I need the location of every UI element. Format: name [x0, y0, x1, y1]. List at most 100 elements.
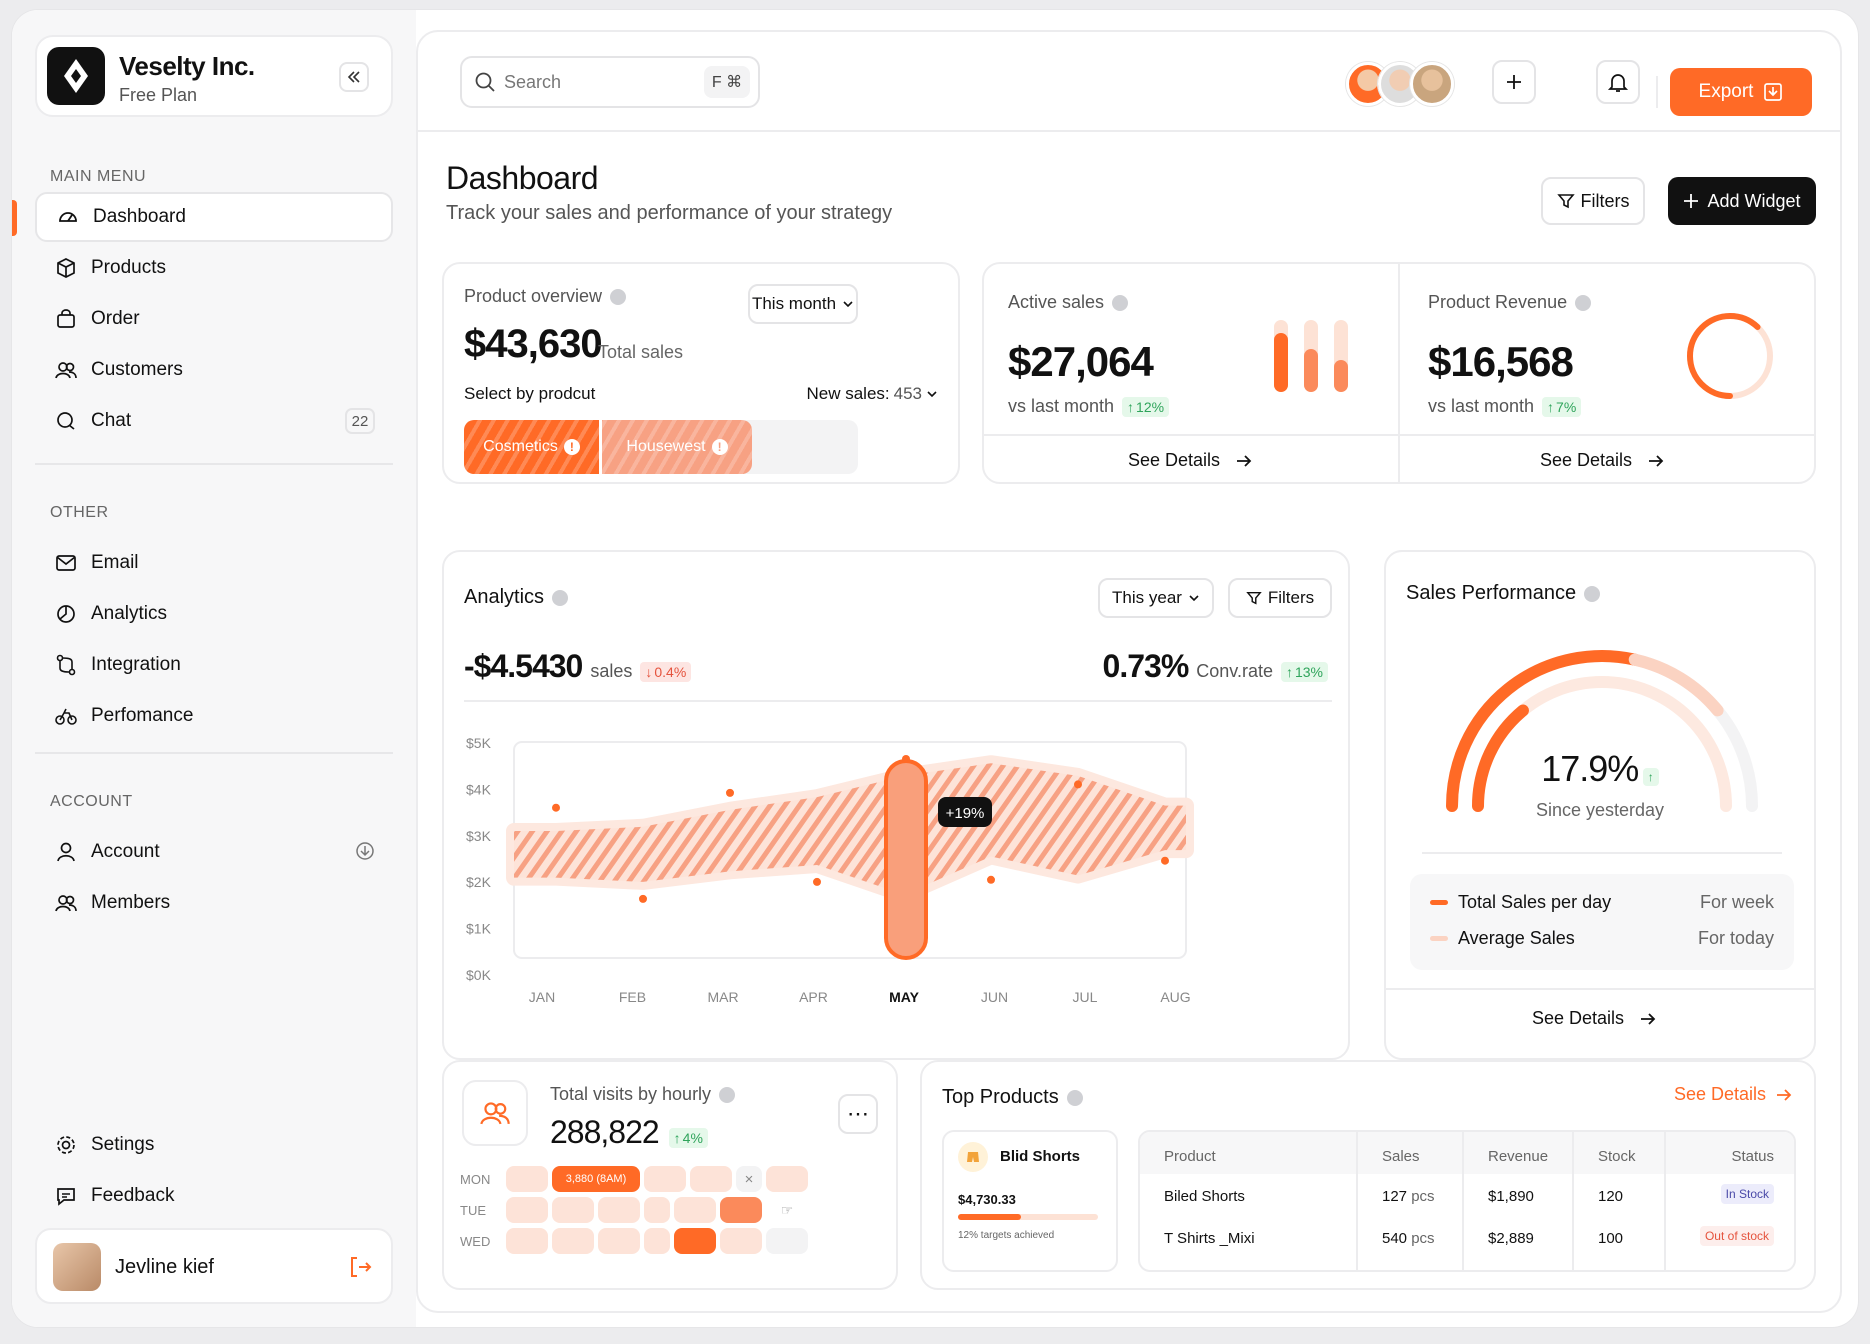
pie-icon — [53, 601, 79, 627]
sidebar-item-label: Feedback — [91, 1185, 175, 1206]
sidebar-item-analytics[interactable]: Analytics — [35, 589, 393, 639]
sidebar-item-products[interactable]: Products — [35, 243, 393, 293]
team-avatars[interactable] — [1346, 62, 1454, 108]
heatmap-cell — [552, 1228, 594, 1254]
x-tick-label: MAR — [707, 989, 738, 1005]
logout-icon[interactable] — [347, 1254, 373, 1285]
period-dropdown[interactable]: This month — [748, 284, 858, 324]
export-icon — [1764, 83, 1783, 101]
sales-unit: pcs — [1411, 1188, 1435, 1205]
sidebar-item-label: Chat — [91, 410, 132, 431]
collapse-sidebar-button[interactable] — [339, 62, 369, 92]
sidebar-item-order[interactable]: Order — [35, 294, 393, 344]
see-details-link[interactable]: See Details — [1128, 450, 1254, 471]
sidebar-item-customers[interactable]: Customers — [35, 345, 393, 395]
more-icon: ⋯ — [847, 1101, 869, 1126]
visits-heatmap: MON TUE WED 3,880 (8AM) × ☞ — [444, 1162, 900, 1292]
legend-label: Total Sales per day — [1458, 892, 1612, 912]
add-widget-button[interactable]: Add Widget — [1668, 177, 1816, 225]
sidebar-item-performance[interactable]: Perfomance — [35, 691, 393, 741]
sales-count: 127 — [1382, 1188, 1408, 1205]
sidebar-item-label: Email — [91, 552, 139, 573]
info-icon[interactable] — [1112, 294, 1129, 311]
sidebar-item-dashboard[interactable]: Dashboard — [35, 192, 393, 242]
revenue-ring-chart — [1687, 313, 1773, 399]
heatmap-cell — [690, 1166, 732, 1192]
info-icon[interactable] — [1066, 1089, 1083, 1106]
info-icon[interactable] — [719, 1086, 736, 1103]
period-dropdown[interactable]: This year — [1098, 578, 1214, 618]
notifications-button[interactable] — [1596, 60, 1640, 104]
sidebar-item-chat[interactable]: Chat 22 — [35, 396, 393, 446]
status-badge: In Stock — [1720, 1184, 1774, 1204]
chevrons-left-icon — [347, 71, 360, 83]
mini-bar — [1304, 320, 1318, 392]
filters-button[interactable]: Filters — [1541, 177, 1645, 225]
heatmap-cell — [506, 1197, 548, 1223]
gauge-value: 17.9% — [1541, 748, 1639, 789]
x-tick-label: FEB — [619, 989, 646, 1005]
search-input[interactable]: Search F ⌘ — [460, 56, 760, 108]
info-icon: ! — [711, 439, 728, 455]
column-divider — [1572, 1132, 1574, 1270]
heatmap-tag[interactable]: 3,880 (8AM) — [552, 1166, 640, 1192]
user-card[interactable]: Jevline kief — [35, 1228, 393, 1304]
info-icon[interactable] — [552, 589, 569, 606]
y-tick-label: $3K — [466, 828, 492, 844]
arrow-right-icon — [1237, 454, 1252, 467]
brand-plan: Free Plan — [119, 85, 198, 105]
cell-sales: 127 pcs — [1382, 1188, 1435, 1205]
sidebar-item-feedback[interactable]: Feedback — [35, 1171, 393, 1221]
change-badge: ↑ 12% — [1122, 396, 1170, 417]
see-details-link[interactable]: See Details — [1532, 1008, 1658, 1029]
analytics-filters-button[interactable]: Filters — [1228, 578, 1332, 618]
expand-icon[interactable] — [355, 841, 375, 867]
see-details-link[interactable]: See Details — [1540, 450, 1666, 471]
segment-housewest[interactable]: Housewest ! — [602, 420, 752, 474]
chart-tooltip: +19% — [938, 796, 992, 827]
progress-track — [958, 1214, 1098, 1220]
box-icon — [53, 255, 79, 281]
total-sales-caption: Total sales — [598, 342, 684, 362]
column-divider — [1664, 1132, 1666, 1270]
active-sales-mini-bars — [1274, 320, 1364, 392]
heatmap-day-label: TUE — [460, 1203, 486, 1218]
progress-caption-text: 12% targets achieved — [958, 1230, 1055, 1241]
pointer-icon: ☞ — [766, 1197, 808, 1223]
sales-performance-label: Sales Performance — [1406, 582, 1601, 605]
featured-product[interactable]: Blid Shorts $4,730.33 12% targets achiev… — [942, 1130, 1118, 1272]
column-divider — [1462, 1132, 1464, 1270]
column-header: Revenue — [1488, 1148, 1549, 1165]
add-member-button[interactable] — [1492, 60, 1536, 104]
data-point — [726, 788, 734, 797]
top-products-label: Top Products — [942, 1086, 1083, 1109]
segment-cosmetics[interactable]: Cosmetics ! — [464, 420, 602, 474]
cell-stock: 100 — [1598, 1230, 1624, 1247]
change-badge: ↓ 0.4% — [640, 662, 692, 682]
export-button[interactable]: Export — [1670, 68, 1812, 116]
info-icon[interactable] — [610, 288, 627, 305]
avatar[interactable] — [1410, 62, 1454, 106]
close-icon[interactable]: × — [736, 1166, 762, 1192]
more-button[interactable]: ⋯ — [838, 1094, 878, 1134]
see-details-label: See Details — [1673, 1084, 1766, 1104]
other-label: OTHER — [50, 504, 109, 521]
info-icon: ! — [563, 439, 580, 455]
chat-icon — [53, 408, 79, 434]
sidebar-item-account[interactable]: Account — [35, 827, 393, 877]
sidebar-item-settings[interactable]: Setings — [35, 1120, 393, 1170]
page-subtitle: Track your sales and performance of your… — [446, 202, 893, 224]
top-products-see-details[interactable]: See Details — [1674, 1084, 1794, 1105]
sidebar-item-integration[interactable]: Integration — [35, 640, 393, 690]
dashboard-icon — [55, 204, 81, 230]
new-sales-dropdown[interactable]: New sales: 453 — [806, 384, 938, 404]
sidebar-item-members[interactable]: Members — [35, 878, 393, 928]
cell-sales: 540 pcs — [1382, 1230, 1435, 1247]
y-tick-label: $0K — [466, 967, 492, 983]
sidebar-item-email[interactable]: Email — [35, 538, 393, 588]
product-revenue-value: $16,568 — [1428, 338, 1574, 385]
user-icon — [53, 839, 79, 865]
info-icon[interactable] — [1575, 294, 1592, 311]
mini-bar-fill — [1274, 333, 1288, 392]
info-icon[interactable] — [1584, 585, 1601, 602]
